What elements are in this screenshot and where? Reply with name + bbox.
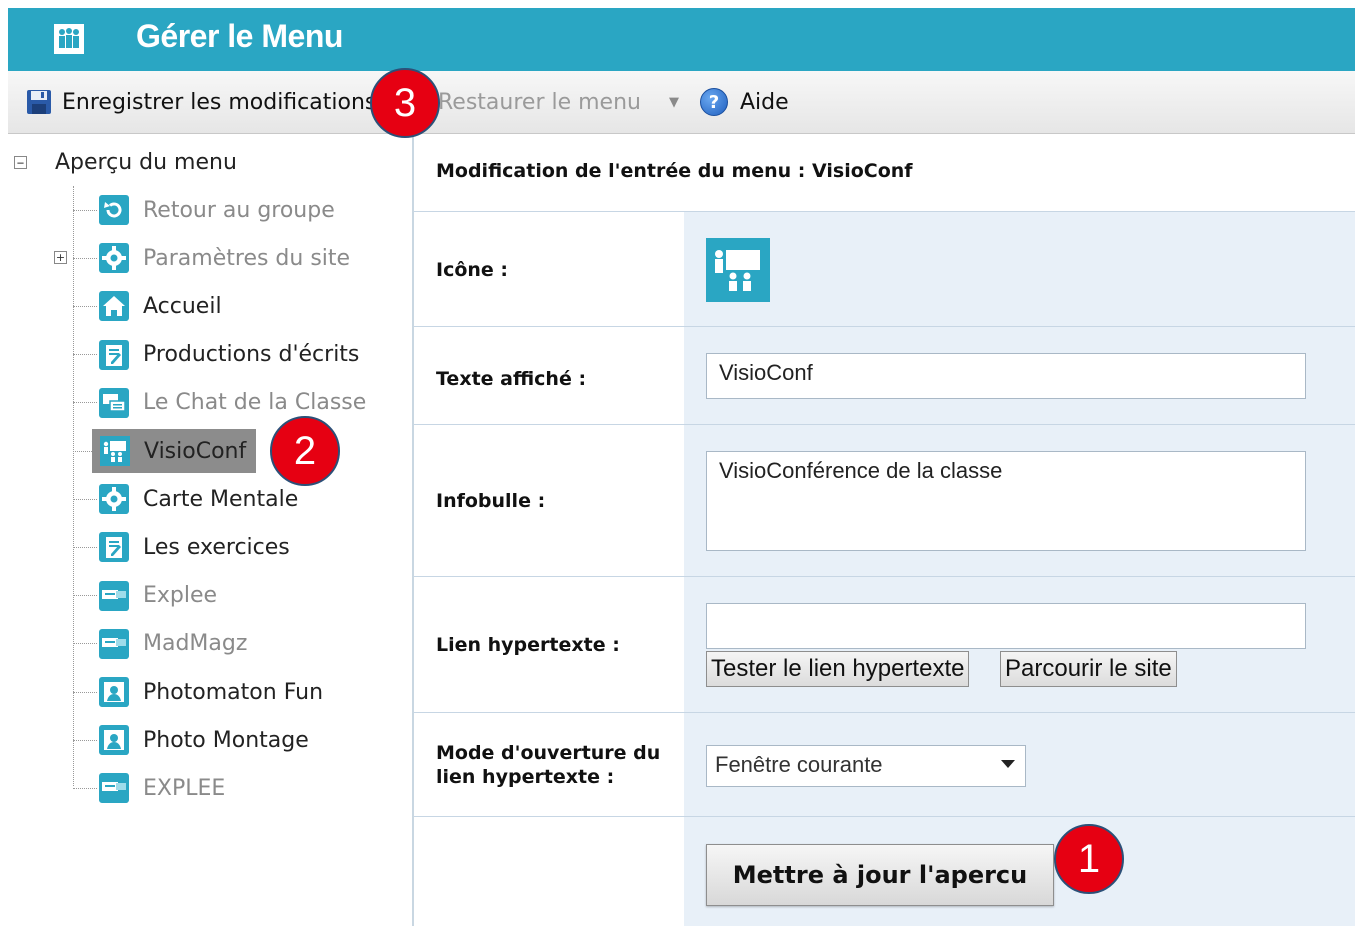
- tree-item-label: Explee: [143, 583, 218, 609]
- tree-connector: [73, 257, 97, 259]
- link-icon: [97, 771, 131, 805]
- tree-item[interactable]: Photo Montage: [73, 718, 313, 762]
- tree-item[interactable]: Carte Mentale: [73, 477, 302, 521]
- help-label: Aide: [740, 89, 789, 115]
- callout-2: 2: [270, 416, 340, 486]
- tree-item-label: Productions d'écrits: [143, 342, 360, 368]
- link-icon: [97, 579, 131, 613]
- link-label: Lien hypertexte :: [436, 634, 620, 656]
- home-icon: [97, 289, 131, 323]
- tree-item[interactable]: Retour au groupe: [73, 188, 339, 232]
- expand-icon[interactable]: +: [54, 251, 67, 264]
- menu-tree: − Aperçu du menu + Retour au groupe Param…: [8, 134, 414, 926]
- tree-item-label: Paramètres du site: [143, 245, 351, 271]
- help-button[interactable]: ? Aide: [700, 71, 789, 133]
- icon-label: Icône :: [436, 259, 509, 281]
- conference-icon[interactable]: [706, 238, 770, 306]
- open-mode-label-line1: Mode d'ouverture du: [436, 742, 661, 764]
- row-tooltip: Infobulle : VisioConférence de la classe: [414, 424, 1355, 577]
- gear-icon: [97, 482, 131, 516]
- tooltip-label: Infobulle :: [436, 490, 546, 512]
- chevron-down-icon[interactable]: ▼: [669, 95, 679, 110]
- tree-item-label: Photomaton Fun: [143, 679, 324, 705]
- tree-root-label: Aperçu du menu: [55, 150, 237, 175]
- tooltip-field[interactable]: VisioConférence de la classe: [706, 451, 1306, 551]
- tree-item[interactable]: Les exercices: [73, 525, 294, 569]
- tree-item[interactable]: MadMagz: [73, 622, 251, 666]
- tree-item[interactable]: Accueil: [73, 284, 226, 328]
- conference-icon: [98, 434, 132, 468]
- callout-3: 3: [370, 68, 440, 138]
- link-field[interactable]: [706, 603, 1306, 649]
- tree-item-label: MadMagz: [143, 631, 248, 657]
- browse-site-button[interactable]: Parcourir le site: [1000, 651, 1177, 687]
- tree-connector: [73, 787, 97, 789]
- tree-item-label: Retour au groupe: [143, 197, 335, 223]
- row-link: Lien hypertexte : Tester le lien hyperte…: [414, 576, 1355, 713]
- tree-connector: [73, 354, 97, 356]
- group-icon: [54, 24, 84, 54]
- tree-connector: [73, 451, 92, 452]
- clipboard-icon: [97, 530, 131, 564]
- tree-item[interactable]: Photomaton Fun: [73, 670, 327, 714]
- row-icon: Icône :: [414, 211, 1355, 327]
- clipboard-icon: [97, 338, 131, 372]
- form-title: Modification de l'entrée du menu : Visio…: [436, 160, 913, 182]
- open-mode-label-line2: lien hypertexte :: [436, 766, 615, 788]
- chat-icon: [97, 386, 131, 420]
- chevron-down-icon: [1001, 760, 1015, 768]
- test-link-button[interactable]: Tester le lien hypertexte: [706, 651, 970, 687]
- tree-connector: [73, 643, 97, 645]
- open-mode-select[interactable]: Fenêtre courante: [706, 745, 1026, 787]
- tree-item-label: Accueil: [143, 293, 222, 319]
- tree-item-label: EXPLEE: [143, 775, 226, 801]
- save-label: Enregistrer les modifications: [62, 89, 377, 115]
- collapse-icon[interactable]: −: [14, 156, 27, 169]
- open-mode-label: Mode d'ouverture du lien hypertexte :: [436, 741, 660, 789]
- floppy-disk-icon: [27, 90, 51, 114]
- gear-icon: [97, 241, 131, 275]
- return-icon: [97, 193, 131, 227]
- row-open-mode: Mode d'ouverture du lien hypertexte : Fe…: [414, 712, 1355, 817]
- page-title: Gérer le Menu: [136, 18, 343, 54]
- toolbar: Enregistrer les modifications Restaurer …: [8, 71, 1355, 134]
- tree-item[interactable]: VisioConf: [92, 429, 257, 473]
- update-preview-button[interactable]: Mettre à jour l'apercu: [706, 844, 1054, 906]
- tree-item[interactable]: Paramètres du site: [73, 236, 354, 280]
- tree-connector: [73, 305, 97, 307]
- tree-connector: [73, 498, 97, 500]
- photo-icon: [97, 723, 131, 757]
- tree-connector: [73, 691, 97, 693]
- tree-connector: [73, 739, 97, 741]
- tree-item[interactable]: Le Chat de la Classe: [73, 381, 370, 425]
- tree-item-label: Le Chat de la Classe: [143, 390, 367, 416]
- tree-item-label: Les exercices: [143, 534, 290, 560]
- tree-root[interactable]: − Aperçu du menu: [14, 150, 237, 175]
- link-icon: [97, 627, 131, 661]
- tree-connector: [73, 595, 97, 597]
- tree-item[interactable]: EXPLEE: [73, 766, 229, 810]
- photo-icon: [97, 675, 131, 709]
- tree-connector: [73, 402, 97, 404]
- row-text: Texte affiché : VisioConf: [414, 326, 1355, 425]
- tree-item-label: VisioConf: [144, 438, 247, 464]
- restore-label: Restaurer le menu: [438, 89, 641, 115]
- tree-connector: [73, 209, 97, 211]
- restore-menu-button[interactable]: Restaurer le menu ▼: [438, 71, 679, 133]
- open-mode-value: Fenêtre courante: [715, 752, 883, 777]
- tree-item[interactable]: Explee: [73, 574, 221, 618]
- text-field[interactable]: VisioConf: [706, 353, 1306, 399]
- tree-item-label: Photo Montage: [143, 727, 309, 753]
- text-label: Texte affiché :: [436, 368, 587, 390]
- save-button[interactable]: Enregistrer les modifications: [26, 71, 376, 133]
- help-icon: ?: [700, 88, 728, 116]
- tree-connector: [73, 546, 97, 548]
- app-header: Gérer le Menu: [8, 8, 1355, 71]
- tree-item-label: Carte Mentale: [143, 486, 299, 512]
- callout-1: 1: [1054, 824, 1124, 894]
- edit-panel: Modification de l'entrée du menu : Visio…: [414, 134, 1355, 926]
- tree-item[interactable]: Productions d'écrits: [73, 333, 363, 377]
